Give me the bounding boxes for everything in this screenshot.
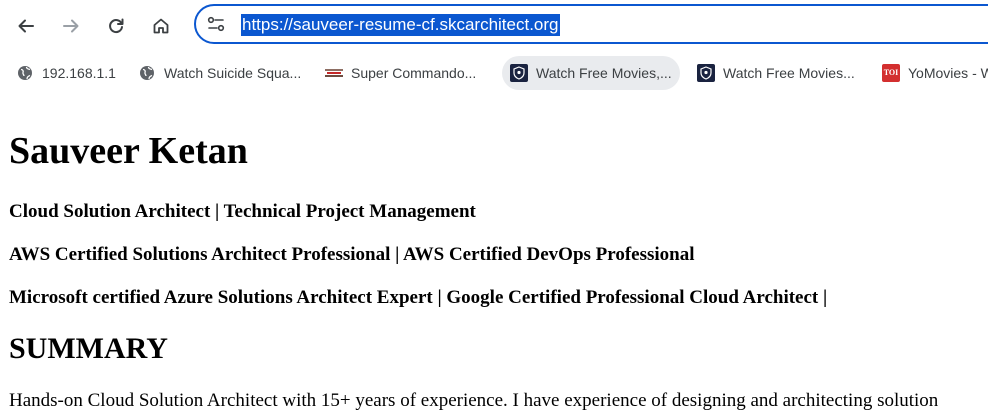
reload-icon bbox=[109, 18, 124, 34]
back-arrow-icon bbox=[18, 19, 34, 33]
address-bar[interactable]: https://sauveer-resume-cf.skcarchitect.o… bbox=[194, 4, 988, 44]
site-favicon bbox=[325, 64, 343, 82]
bookmark-label: Watch Free Movies... bbox=[723, 65, 855, 81]
bookmark-item[interactable]: TOI YoMovies - W bbox=[874, 56, 988, 90]
bookmark-item[interactable]: 192.168.1.1 bbox=[8, 56, 124, 90]
reload-button[interactable] bbox=[100, 10, 132, 42]
summary-heading: SUMMARY bbox=[9, 332, 168, 365]
summary-text: Hands-on Cloud Solution Architect with 1… bbox=[9, 390, 939, 411]
forward-button[interactable] bbox=[55, 10, 87, 42]
bookmark-label: YoMovies - W bbox=[908, 65, 988, 81]
url-text[interactable]: https://sauveer-resume-cf.skcarchitect.o… bbox=[241, 14, 560, 36]
browser-toolbar: https://sauveer-resume-cf.skcarchitect.o… bbox=[0, 0, 988, 52]
globe-icon bbox=[138, 64, 156, 82]
shield-favicon bbox=[697, 64, 715, 82]
bookmarks-bar: 192.168.1.1 Watch Suicide Squa... Super … bbox=[0, 56, 988, 90]
forward-arrow-icon bbox=[63, 19, 79, 33]
site-info-button[interactable] bbox=[204, 14, 228, 34]
headline-azure-gcp-certs: Microsoft certified Azure Solutions Arch… bbox=[9, 287, 828, 308]
tune-icon bbox=[207, 16, 225, 32]
headline-aws-certs: AWS Certified Solutions Architect Profes… bbox=[9, 244, 695, 265]
globe-icon bbox=[16, 64, 34, 82]
bookmark-label: Watch Suicide Squa... bbox=[164, 65, 302, 81]
toi-favicon-text: TOI bbox=[883, 68, 899, 77]
toi-favicon: TOI bbox=[882, 64, 900, 82]
headline-title: Cloud Solution Architect | Technical Pro… bbox=[9, 201, 476, 222]
resume-name: Sauveer Ketan bbox=[9, 130, 248, 172]
back-button[interactable] bbox=[10, 10, 42, 42]
bookmark-label: Watch Free Movies,... bbox=[536, 65, 672, 81]
bookmark-item[interactable]: Super Commando... bbox=[317, 56, 484, 90]
home-icon bbox=[153, 18, 169, 34]
shield-favicon bbox=[510, 64, 528, 82]
bookmark-label: 192.168.1.1 bbox=[42, 65, 116, 81]
bookmark-item[interactable]: Watch Free Movies,... bbox=[502, 56, 680, 90]
bookmark-item[interactable]: Watch Free Movies... bbox=[689, 56, 863, 90]
bookmark-item[interactable]: Watch Suicide Squa... bbox=[130, 56, 309, 90]
home-button[interactable] bbox=[145, 10, 177, 42]
bookmark-label: Super Commando... bbox=[351, 65, 477, 81]
